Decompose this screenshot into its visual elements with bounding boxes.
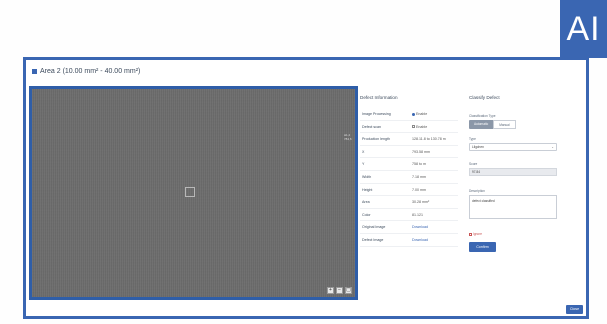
- defect-marker[interactable]: [185, 187, 195, 197]
- info-key: Y: [362, 162, 365, 167]
- info-key: Defect scan: [362, 124, 381, 129]
- info-row-production-length: Production length 128.11.8 to 130.78 m: [360, 133, 458, 146]
- score-field: 97.84: [469, 168, 557, 176]
- ignore-checkbox[interactable]: Ignore: [469, 232, 482, 236]
- info-value: 81.121: [412, 212, 423, 217]
- description-textarea[interactable]: defect classified: [469, 195, 557, 219]
- ai-badge: AI: [560, 0, 607, 58]
- type-select[interactable]: Lilgchen ⌄: [469, 143, 557, 151]
- page: AI Area 2 (10.00 mm² - 40.00 mm²) Δ1,2 7…: [0, 0, 607, 324]
- defect-scan-checkbox[interactable]: Enable: [412, 125, 427, 129]
- score-label: Score: [469, 162, 478, 166]
- area-square-icon: [32, 69, 37, 74]
- defect-modal: Area 2 (10.00 mm² - 40.00 mm²) Δ1,2 784,…: [23, 57, 589, 319]
- info-row-color: Color 81.121: [360, 209, 458, 222]
- info-key: X: [362, 149, 365, 154]
- info-key: Production length: [362, 137, 390, 142]
- segment-automatic[interactable]: Automatic: [469, 120, 494, 129]
- fit-icon[interactable]: ▢: [345, 287, 352, 294]
- info-key: Original Image: [362, 225, 386, 230]
- info-value: 7.18 mm: [412, 174, 426, 179]
- modal-title: Area 2 (10.00 mm² - 40.00 mm²): [40, 68, 141, 75]
- info-row-original-image: Original Image Download: [360, 221, 458, 234]
- info-value: Enable: [416, 112, 428, 116]
- image-toolbar: + − ▢: [327, 287, 352, 294]
- info-row-y: Y 758 to m: [360, 158, 458, 171]
- chevron-down-icon: ⌄: [551, 145, 554, 149]
- info-key: Color: [362, 212, 371, 217]
- defect-image-viewer[interactable]: Δ1,2 784,6 + − ▢: [29, 86, 358, 300]
- info-value: 30.28 mm²: [412, 200, 430, 205]
- original-image-download-link[interactable]: Download: [412, 225, 428, 229]
- info-row-defect-image: Defect Image Download: [360, 234, 458, 247]
- confirm-button[interactable]: Confirm: [469, 242, 496, 252]
- info-row-x: X 793.58 mm: [360, 146, 458, 159]
- close-button[interactable]: Close: [566, 305, 583, 314]
- classify-heading: Classify Defect: [469, 95, 500, 100]
- info-value: 128.11.8 to 130.78 m: [412, 137, 446, 142]
- ignore-label: Ignore: [473, 232, 483, 236]
- info-key: Area: [362, 200, 370, 205]
- info-value: 793.58 mm: [412, 149, 430, 154]
- type-select-value: Lilgchen: [472, 145, 484, 149]
- zoom-out-icon[interactable]: −: [336, 287, 343, 294]
- info-value: Enable: [416, 124, 428, 129]
- info-key: Width: [362, 174, 372, 179]
- defect-image-download-link[interactable]: Download: [412, 238, 428, 242]
- defect-info-heading: Defect Information: [360, 95, 398, 100]
- info-row-area: Area 30.28 mm²: [360, 196, 458, 209]
- checkbox-icon: [412, 125, 415, 129]
- radio-icon: [412, 112, 415, 116]
- image-processing-radio[interactable]: Enable: [412, 112, 427, 116]
- defect-info-table: Image Processing Enable Defect scan Enab…: [360, 108, 458, 247]
- info-row-defect-scan: Defect scan Enable: [360, 121, 458, 134]
- info-key: Height: [362, 187, 373, 192]
- classification-toggle: Automatic Manual: [469, 120, 516, 129]
- zoom-in-icon[interactable]: +: [327, 287, 334, 294]
- info-row-width: Width 7.18 mm: [360, 171, 458, 184]
- description-label: Description: [469, 189, 485, 193]
- checkbox-icon: [469, 232, 472, 236]
- classification-type-label: Classification Type: [469, 114, 496, 118]
- modal-header: Area 2 (10.00 mm² - 40.00 mm²): [32, 68, 140, 75]
- type-label: Type: [469, 137, 476, 141]
- info-key: Image Processing: [362, 112, 391, 116]
- info-key: Defect Image: [362, 237, 384, 242]
- info-row-image-processing: Image Processing Enable: [360, 108, 458, 121]
- segment-manual[interactable]: Manual: [493, 120, 516, 129]
- info-value: 758 to m: [412, 162, 426, 167]
- info-row-height: Height 7.00 mm: [360, 184, 458, 197]
- image-edge-label: Δ1,2 784,6: [344, 133, 352, 141]
- info-value: 7.00 mm: [412, 187, 426, 192]
